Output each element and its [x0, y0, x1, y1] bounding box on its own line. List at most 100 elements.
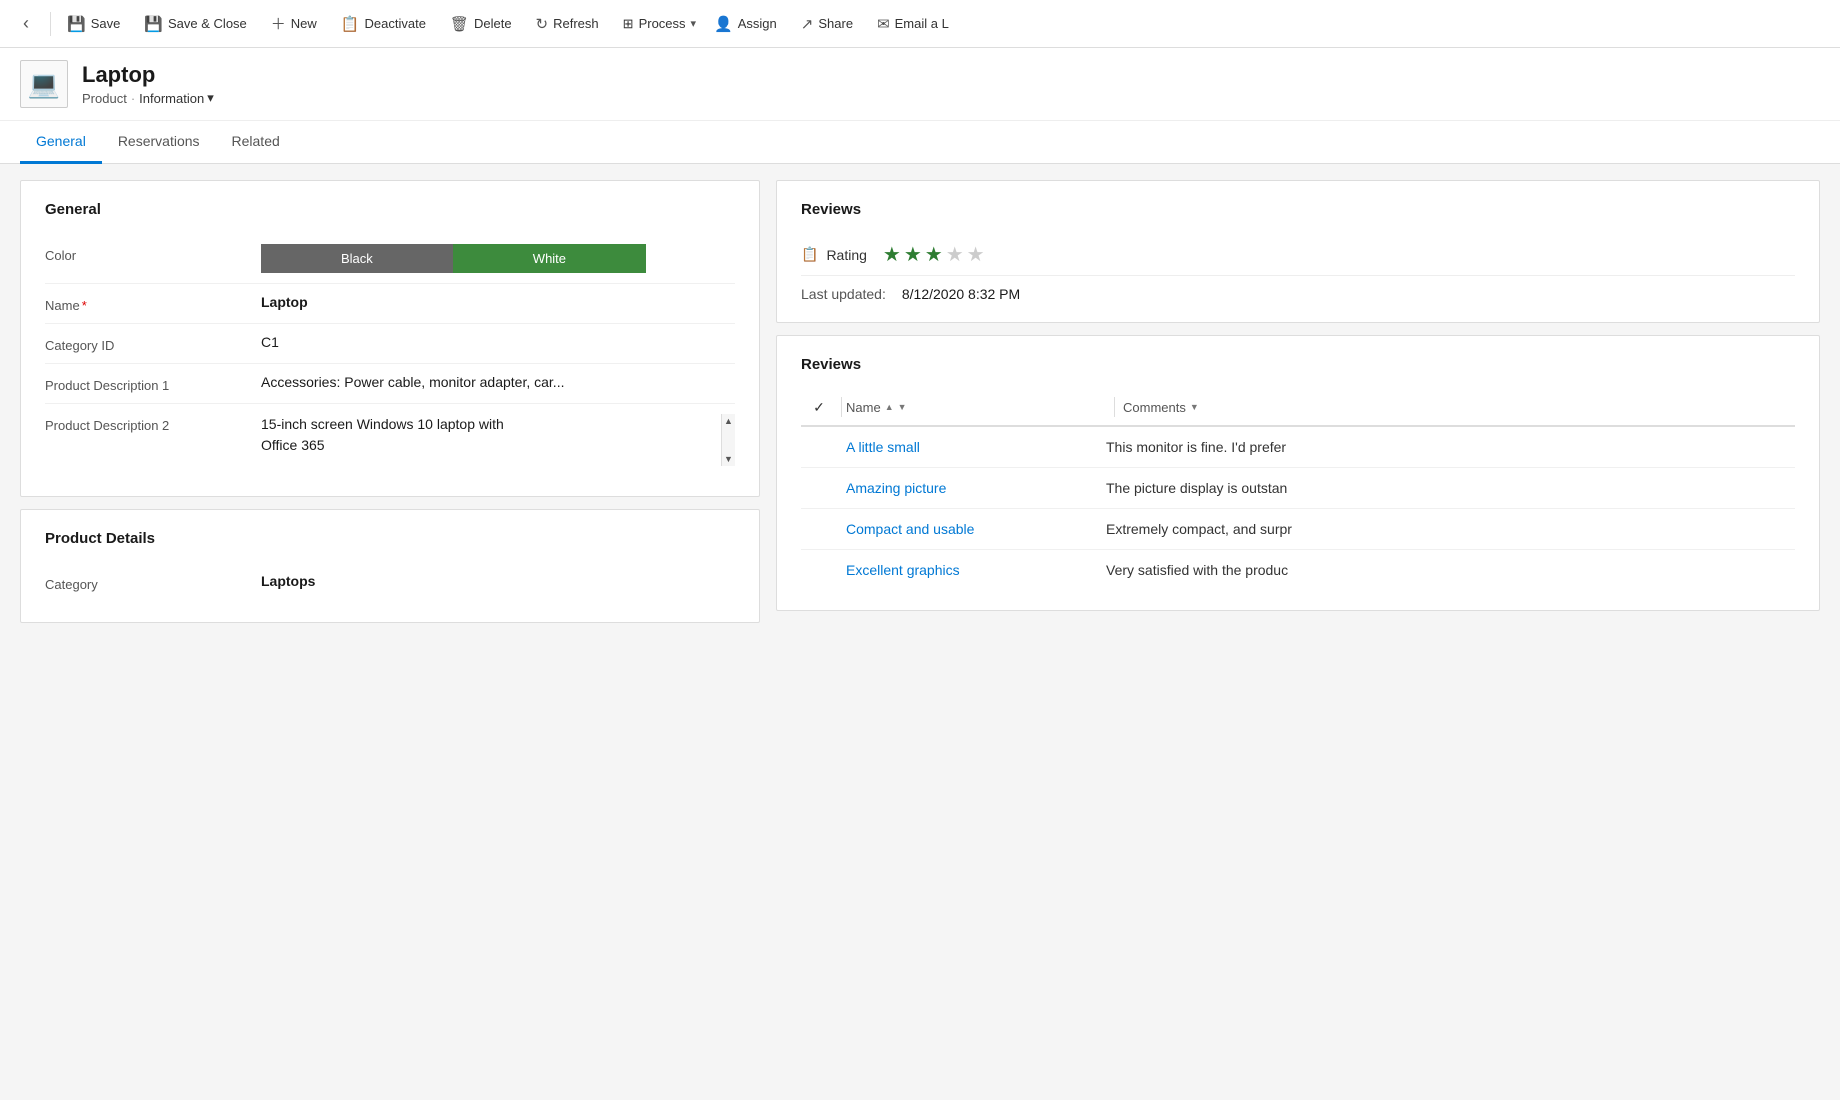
header-separator-2 — [1114, 397, 1115, 417]
refresh-icon: ↻ — [536, 15, 549, 33]
field-row-product-desc-1: Product Description 1 Accessories: Power… — [45, 364, 735, 404]
product-desc-2-label: Product Description 2 — [45, 414, 245, 433]
breadcrumb-separator: · — [131, 91, 135, 106]
comments-column-header: Comments ▼ — [1123, 400, 1795, 415]
name-value: Laptop — [261, 294, 735, 310]
save-icon: 💾 — [67, 15, 86, 33]
new-icon: ＋ — [271, 13, 286, 34]
assign-icon: 👤 — [714, 15, 733, 33]
breadcrumb-parent: Product — [82, 91, 127, 106]
product-details-card: Product Details Category Laptops — [20, 509, 760, 623]
star-1: ★ — [883, 242, 901, 267]
scroll-down-icon[interactable]: ▼ — [722, 452, 736, 466]
review-row-3: Compact and usable Extremely compact, an… — [801, 509, 1795, 550]
color-label: Color — [45, 244, 245, 263]
header-separator-1 — [841, 397, 842, 417]
comments-dropdown-icon[interactable]: ▼ — [1190, 402, 1199, 412]
star-4: ★ — [946, 242, 964, 267]
tabs-bar: General Reservations Related — [0, 121, 1840, 164]
general-card-title: General — [45, 201, 735, 218]
product-desc-1-value: Accessories: Power cable, monitor adapte… — [261, 374, 701, 390]
new-button[interactable]: ＋ New — [261, 7, 327, 40]
name-sort-down-icon[interactable]: ▼ — [898, 402, 907, 412]
last-updated-label: Last updated: — [801, 286, 886, 302]
toolbar-separator-1 — [50, 12, 51, 36]
field-row-name: Name* Laptop — [45, 284, 735, 324]
save-button[interactable]: 💾 Save — [57, 9, 130, 39]
review-4-comment: Very satisfied with the produc — [1106, 562, 1795, 578]
email-icon: ✉ — [877, 15, 890, 33]
category-value: Laptops — [261, 573, 735, 589]
reviews-table-title: Reviews — [801, 356, 1795, 373]
desc2-scrollbar: ▲ ▼ — [721, 414, 735, 466]
rating-row: 📋 Rating ★ ★ ★ ★ ★ — [801, 234, 1795, 275]
star-5: ★ — [967, 242, 985, 267]
checkmark-icon: ✓ — [813, 399, 825, 416]
assign-button[interactable]: 👤 Assign — [704, 9, 787, 39]
right-panel: Reviews 📋 Rating ★ ★ ★ ★ ★ Last updated:… — [776, 180, 1820, 1084]
main-content: General Color Black White Name* Laptop — [0, 164, 1840, 1100]
color-buttons: Black White — [261, 244, 735, 273]
check-column-header: ✓ — [801, 399, 837, 416]
breadcrumb-chevron-icon: ▾ — [207, 90, 214, 106]
review-4-name[interactable]: Excellent graphics — [846, 562, 1106, 578]
review-1-name[interactable]: A little small — [846, 439, 1106, 455]
review-row-2: Amazing picture The picture display is o… — [801, 468, 1795, 509]
review-2-name[interactable]: Amazing picture — [846, 480, 1106, 496]
last-updated-row: Last updated: 8/12/2020 8:32 PM — [801, 275, 1795, 302]
star-3: ★ — [925, 242, 943, 267]
last-updated-value: 8/12/2020 8:32 PM — [902, 286, 1020, 302]
share-icon: ↗ — [801, 15, 814, 33]
record-title: Laptop — [82, 62, 214, 88]
process-icon: ⊞ — [623, 16, 634, 32]
field-row-product-desc-2: Product Description 2 15-inch screen Win… — [45, 404, 735, 476]
star-2: ★ — [904, 242, 922, 267]
save-close-button[interactable]: 💾 Save & Close — [134, 9, 256, 39]
back-button[interactable]: ‹ — [8, 6, 44, 42]
deactivate-button[interactable]: 📋 Deactivate — [331, 9, 436, 39]
field-row-category-id: Category ID C1 — [45, 324, 735, 364]
tab-general[interactable]: General — [20, 121, 102, 164]
category-id-label: Category ID — [45, 334, 245, 353]
process-button[interactable]: ⊞ Process ▾ — [613, 10, 700, 38]
field-row-color: Color Black White — [45, 234, 735, 284]
scroll-up-icon[interactable]: ▲ — [722, 414, 736, 428]
share-button[interactable]: ↗ Share — [791, 9, 863, 39]
product-desc-2-text: 15-inch screen Windows 10 laptop withOff… — [261, 414, 717, 456]
email-button[interactable]: ✉ Email a L — [867, 9, 959, 39]
name-label: Name* — [45, 294, 245, 313]
category-label: Category — [45, 573, 245, 592]
required-indicator: * — [82, 298, 87, 313]
delete-icon: 🗑 — [450, 15, 469, 33]
breadcrumb-current[interactable]: Information ▾ — [139, 90, 214, 106]
sort-up-icon: ▲ — [885, 402, 894, 412]
tab-reservations[interactable]: Reservations — [102, 121, 216, 164]
review-1-comment: This monitor is fine. I'd prefer — [1106, 439, 1795, 455]
name-column-header: Name ▲ ▼ — [846, 400, 1106, 415]
review-3-comment: Extremely compact, and surpr — [1106, 521, 1795, 537]
review-3-name[interactable]: Compact and usable — [846, 521, 1106, 537]
color-white-button[interactable]: White — [453, 244, 646, 273]
color-black-button[interactable]: Black — [261, 244, 453, 273]
name-sort-icons[interactable]: ▲ — [885, 402, 894, 412]
reviews-table-card: Reviews ✓ Name ▲ ▼ Comments ▼ — [776, 335, 1820, 611]
field-row-category: Category Laptops — [45, 563, 735, 602]
record-icon: 💻 — [20, 60, 68, 108]
review-row-4: Excellent graphics Very satisfied with t… — [801, 550, 1795, 590]
save-close-icon: 💾 — [144, 15, 163, 33]
reviews-summary-title: Reviews — [801, 201, 1795, 218]
delete-button[interactable]: 🗑 Delete — [440, 9, 522, 39]
category-id-value: C1 — [261, 334, 735, 350]
record-header: 💻 Laptop Product · Information ▾ — [0, 48, 1840, 121]
rating-label: 📋 Rating — [801, 246, 867, 263]
general-card: General Color Black White Name* Laptop — [20, 180, 760, 497]
star-rating: ★ ★ ★ ★ ★ — [883, 242, 985, 267]
left-panel: General Color Black White Name* Laptop — [20, 180, 760, 1084]
reviews-table-header: ✓ Name ▲ ▼ Comments ▼ — [801, 389, 1795, 427]
rating-icon: 📋 — [801, 246, 818, 263]
refresh-button[interactable]: ↻ Refresh — [526, 9, 609, 39]
product-desc-2-value: 15-inch screen Windows 10 laptop withOff… — [261, 414, 735, 466]
deactivate-icon: 📋 — [341, 15, 360, 33]
product-details-card-title: Product Details — [45, 530, 735, 547]
tab-related[interactable]: Related — [216, 121, 296, 164]
